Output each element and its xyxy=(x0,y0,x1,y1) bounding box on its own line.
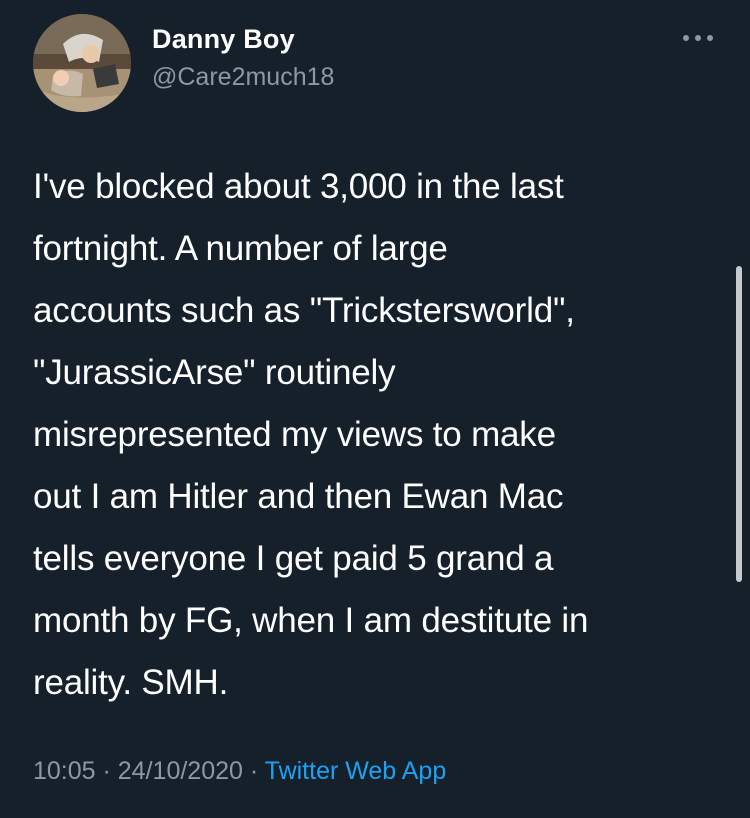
avatar-image xyxy=(33,14,131,112)
tweet-text-line: tells everyone I get paid 5 grand a xyxy=(33,539,554,578)
meta-separator: · xyxy=(242,757,265,785)
author-display-name[interactable]: Danny Boy xyxy=(152,24,295,55)
tweet-text-line: out I am Hitler and then Ewan Mac xyxy=(33,477,564,516)
tweet-view: Danny Boy @Care2much18 I've blocked abou… xyxy=(0,0,750,818)
tweet-text-line: I've blocked about 3,000 in the last xyxy=(33,167,564,206)
tweet-text-line: accounts such as "Trickstersworld", xyxy=(33,291,575,330)
tweet-text-line: misrepresented my views to make xyxy=(33,415,556,454)
tweet-text-line: reality. SMH. xyxy=(33,663,229,702)
tweet-text-line: "JurassicArse" routinely xyxy=(33,353,396,392)
tweet-time[interactable]: 10:05 xyxy=(33,757,96,785)
meta-separator: · xyxy=(95,757,118,785)
avatar[interactable] xyxy=(33,14,131,112)
tweet-text-line: fortnight. A number of large xyxy=(33,229,448,268)
scrollbar-thumb[interactable] xyxy=(736,266,742,582)
author-handle[interactable]: @Care2much18 xyxy=(152,63,334,92)
tweet-date[interactable]: 24/10/2020 xyxy=(118,757,243,785)
more-options-button[interactable] xyxy=(676,22,720,54)
tweet-text: I've blocked about 3,000 in the last for… xyxy=(33,156,713,714)
tweet-source-link[interactable]: Twitter Web App xyxy=(265,757,447,785)
tweet-text-line: month by FG, when I am destitute in xyxy=(33,601,589,640)
tweet-meta: 10:05 · 24/10/2020 · Twitter Web App xyxy=(33,757,446,786)
more-dots-icon xyxy=(683,35,713,41)
